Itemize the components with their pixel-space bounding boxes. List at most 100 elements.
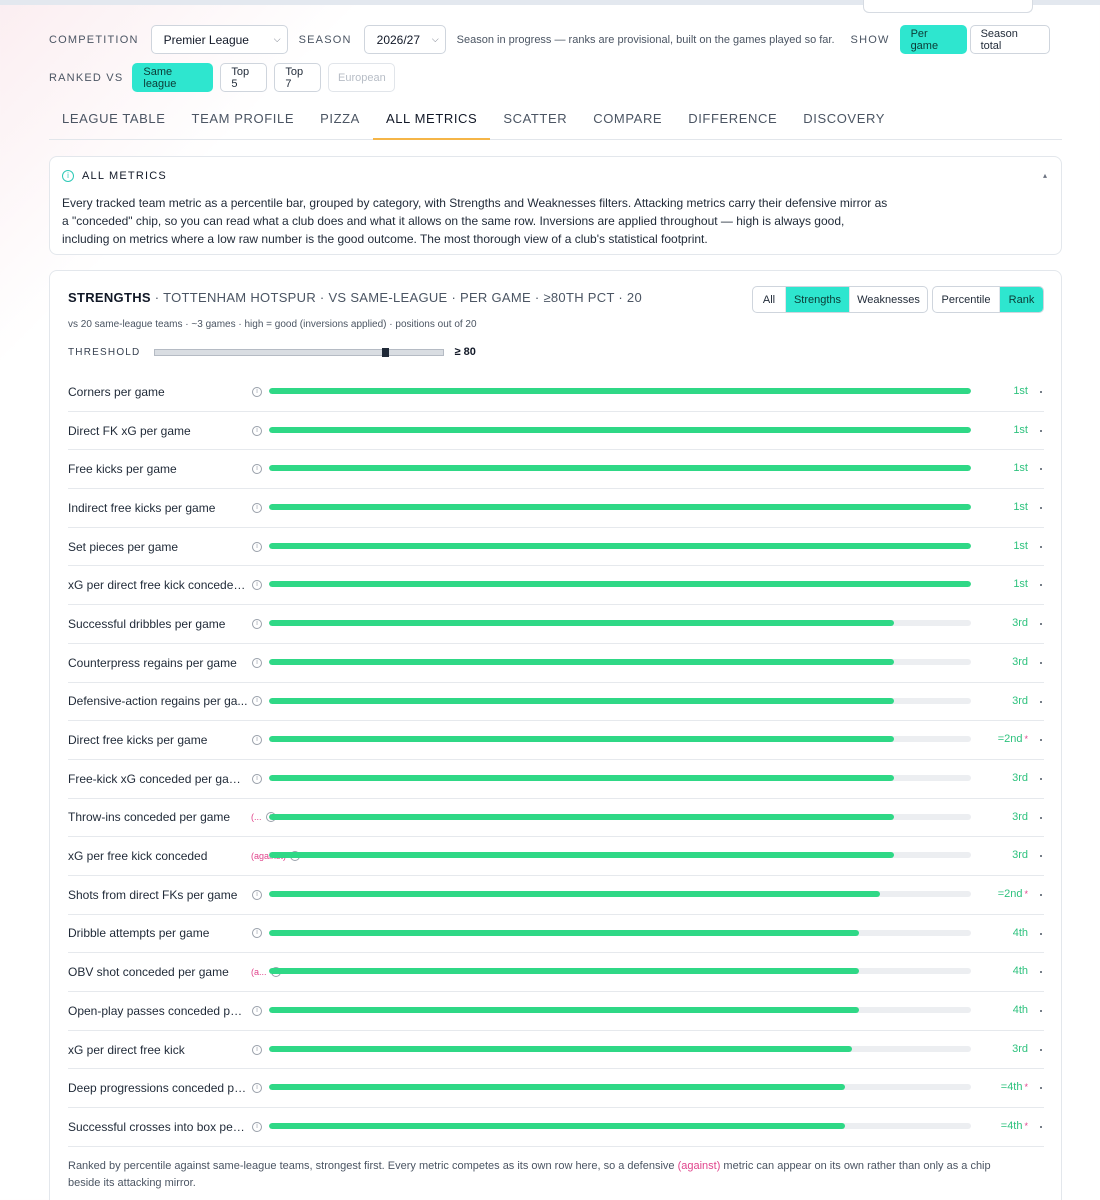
show-season-total-button[interactable]: Season total	[969, 25, 1050, 54]
info-icon[interactable]: i	[252, 502, 262, 513]
info-icon[interactable]: i	[252, 928, 262, 939]
metric-row[interactable]: xG per free kick conceded(against)i3rd	[68, 837, 1044, 876]
info-icon[interactable]: i	[252, 1083, 262, 1094]
tab-team-profile[interactable]: TEAM PROFILE	[179, 100, 308, 140]
ranked-top5-button[interactable]: Top 5	[220, 63, 268, 92]
row-menu-icon[interactable]	[1040, 623, 1042, 626]
row-menu-icon[interactable]	[1040, 507, 1042, 510]
metric-row[interactable]: Throw-ins conceded per game(...i3rd	[68, 799, 1044, 838]
metric-row[interactable]: Direct FK xG per game i 1st	[68, 412, 1044, 451]
info-icon[interactable]: i	[252, 773, 262, 784]
rank-value: 3rd	[1012, 656, 1028, 668]
tab-league-table[interactable]: LEAGUE TABLE	[49, 100, 179, 140]
row-menu-icon[interactable]	[1040, 1010, 1042, 1012]
rank-text: 3rd	[1012, 810, 1028, 823]
info-icon[interactable]: i	[252, 1121, 262, 1132]
ranked-same-league-button[interactable]: Same league	[132, 63, 214, 92]
metric-name: Free-kick xG conceded per gam...	[68, 771, 248, 786]
row-menu-icon[interactable]	[1040, 468, 1042, 471]
row-menu-icon[interactable]	[1040, 777, 1042, 780]
metric-row[interactable]: Counterpress regains per game i 3rd	[68, 644, 1044, 683]
tab-compare[interactable]: COMPARE	[580, 100, 675, 140]
metric-row[interactable]: Open-play passes conceded per ... i 4th	[68, 992, 1044, 1031]
metric-row[interactable]: Free-kick xG conceded per gam... i 3rd	[68, 760, 1044, 799]
percentile-bar-track	[269, 813, 971, 820]
metric-row[interactable]: Indirect free kicks per game i 1st	[68, 489, 1044, 528]
info-icon[interactable]: i	[252, 541, 262, 552]
filter-all-button[interactable]: All	[753, 287, 786, 312]
metric-row[interactable]: Successful dribbles per game i 3rd	[68, 605, 1044, 644]
metric-row[interactable]: xG per direct free kick conceded... i 1st	[68, 566, 1044, 606]
metric-row[interactable]: OBV shot conceded per game(a...i4th	[68, 953, 1044, 992]
info-icon[interactable]: i	[252, 425, 262, 436]
ranked-top7-button[interactable]: Top 7	[274, 63, 322, 92]
info-icon[interactable]: i	[252, 735, 262, 746]
row-menu-icon[interactable]	[1040, 816, 1042, 819]
info-icon[interactable]: i	[252, 580, 262, 591]
competition-value: Premier League	[163, 32, 249, 47]
row-menu-icon[interactable]	[1040, 1087, 1042, 1090]
info-icon[interactable]: i	[252, 657, 262, 668]
row-menu-icon[interactable]	[1040, 391, 1042, 393]
row-menu-icon[interactable]	[1040, 855, 1042, 858]
row-menu-icon[interactable]	[1040, 545, 1042, 548]
filter-weaknesses-button[interactable]: Weaknesses	[850, 287, 927, 312]
tab-difference[interactable]: DIFFERENCE	[675, 100, 790, 140]
tab-pizza[interactable]: PIZZA	[307, 100, 373, 140]
rank-value: 3rd	[1012, 617, 1028, 629]
show-per-game-button[interactable]: Per game	[899, 25, 967, 54]
tab-all-metrics[interactable]: ALL METRICS	[372, 100, 491, 140]
info-icon[interactable]: i	[252, 1005, 262, 1016]
metric-row[interactable]: Defensive-action regains per ga... i 3rd	[68, 683, 1044, 722]
ranked-european-button[interactable]: European	[328, 63, 396, 92]
info-icon[interactable]: i	[252, 464, 262, 475]
metric-row[interactable]: Successful crosses into box per ... i =4th…	[68, 1108, 1044, 1147]
footer-text-before: Ranked by percentile against same-league…	[68, 1160, 678, 1172]
collapse-toggle-icon[interactable]: ▴	[1043, 171, 1047, 180]
threshold-slider[interactable]	[154, 347, 445, 357]
metric-row[interactable]: Corners per game i 1st	[68, 373, 1044, 412]
rank-value: 1st	[1013, 462, 1028, 474]
row-menu-icon[interactable]	[1040, 739, 1042, 742]
metric-name: Deep progressions conceded pe...	[68, 1081, 248, 1096]
mode-percentile-button[interactable]: Percentile	[933, 287, 1000, 312]
row-menu-icon[interactable]	[1040, 1126, 1042, 1129]
row-menu-icon[interactable]	[1040, 932, 1042, 935]
row-menu-icon[interactable]	[1040, 893, 1042, 896]
percentile-bar-fill	[269, 388, 971, 394]
season-label: SEASON	[298, 33, 352, 46]
mode-rank-button[interactable]: Rank	[1000, 287, 1043, 312]
row-menu-icon[interactable]	[1040, 971, 1042, 974]
metric-row[interactable]: Set pieces per game i 1st	[68, 528, 1044, 567]
chevron-down-icon: ⌵	[273, 34, 281, 44]
metric-row[interactable]: Dribble attempts per game i 4th	[68, 915, 1044, 954]
info-icon[interactable]: i	[252, 696, 262, 707]
metric-row[interactable]: Direct free kicks per game i =2nd *	[68, 721, 1044, 760]
row-menu-icon[interactable]	[1040, 700, 1042, 703]
filter-strengths-button[interactable]: Strengths	[786, 287, 850, 312]
info-icon[interactable]: i	[252, 618, 262, 629]
threshold-slider-thumb[interactable]	[381, 347, 389, 357]
rank-text: 4th	[1012, 926, 1028, 939]
row-menu-icon[interactable]	[1040, 584, 1042, 587]
metric-row[interactable]: Shots from direct FKs per game i =2nd *	[68, 876, 1044, 915]
metric-row[interactable]: Deep progressions conceded pe... i =4th *	[68, 1069, 1044, 1109]
rank-value: 3rd	[1012, 1043, 1028, 1055]
tab-scatter[interactable]: SCATTER	[490, 100, 580, 140]
tab-discovery[interactable]: DISCOVERY	[790, 100, 898, 140]
chevron-down-icon: ⌵	[431, 34, 439, 44]
top-search-input[interactable]	[863, 0, 1033, 13]
row-menu-icon[interactable]	[1040, 429, 1042, 432]
season-select[interactable]: 2026/27 ⌵	[363, 25, 446, 54]
info-icon[interactable]: i	[252, 889, 262, 900]
info-icon[interactable]: i	[252, 1044, 262, 1055]
competition-select[interactable]: Premier League ⌵	[150, 25, 288, 54]
metric-row[interactable]: xG per direct free kick i 3rd	[68, 1031, 1044, 1070]
row-menu-icon[interactable]	[1040, 661, 1042, 664]
percentile-bar-fill	[269, 581, 971, 588]
row-menu-icon[interactable]	[1040, 1048, 1042, 1051]
info-icon[interactable]: i	[252, 386, 262, 397]
against-chip: (...	[251, 812, 262, 823]
metric-row[interactable]: Free kicks per game i 1st	[68, 450, 1044, 490]
percentile-bar-fill	[269, 1123, 845, 1130]
